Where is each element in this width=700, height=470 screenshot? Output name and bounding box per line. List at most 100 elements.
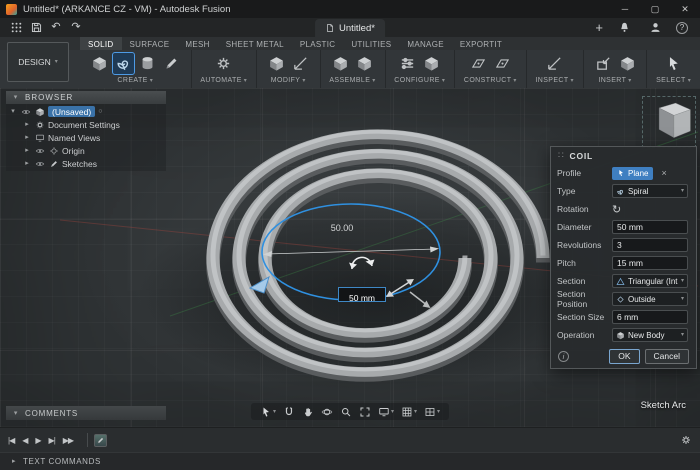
browser-row-origin[interactable]: ▸ Origin xyxy=(6,144,166,157)
workspace-selector[interactable]: DESIGN ▾ xyxy=(7,42,69,82)
grid-settings[interactable]: ▾ xyxy=(401,406,417,418)
configure-menu[interactable]: CONFIGURE ▾ xyxy=(394,77,445,84)
timeline-go-start-button[interactable]: |◀ xyxy=(8,436,15,445)
inspect-menu[interactable]: INSPECT ▾ xyxy=(535,77,574,84)
zoom-tool[interactable] xyxy=(340,406,352,418)
insert-derive-icon[interactable] xyxy=(617,53,638,74)
measure-icon[interactable] xyxy=(544,53,565,74)
fillet-icon[interactable] xyxy=(290,53,311,74)
select-menu[interactable]: SELECT ▾ xyxy=(656,77,691,84)
timeline-step-forward-button[interactable]: ▶| xyxy=(49,436,56,445)
joint-icon[interactable] xyxy=(330,53,351,74)
automate-icon[interactable] xyxy=(213,53,234,74)
pitch-input[interactable] xyxy=(612,256,688,270)
maximize-button[interactable]: ▢ xyxy=(640,0,670,18)
visibility-eye-icon[interactable] xyxy=(20,106,31,117)
expand-chevron-icon[interactable]: ▸ xyxy=(23,134,31,141)
app-menu-icon[interactable] xyxy=(6,20,26,36)
orbit-tool[interactable] xyxy=(321,406,333,418)
timeline-go-end-button[interactable]: ▶▶ xyxy=(63,436,74,445)
select-tool-icon[interactable] xyxy=(663,53,684,74)
collapse-chevron-icon[interactable]: ▾ xyxy=(12,94,20,101)
tab-sheet-metal[interactable]: SHEET METAL xyxy=(218,37,292,50)
display-settings[interactable]: ▾ xyxy=(378,406,394,418)
help-icon[interactable]: ? xyxy=(676,21,688,34)
press-pull-icon[interactable] xyxy=(266,53,287,74)
clear-selection-icon[interactable]: × xyxy=(661,168,666,178)
operation-dropdown[interactable]: New Body ▾ xyxy=(612,328,688,342)
revolutions-input[interactable] xyxy=(612,238,688,252)
browser-row-sketches[interactable]: ▸ Sketches xyxy=(6,157,166,170)
new-document-icon[interactable]: + xyxy=(595,21,603,34)
collapse-chevron-icon[interactable]: ▾ xyxy=(12,410,20,417)
viewports-settings[interactable]: ▾ xyxy=(424,406,440,418)
tab-utilities[interactable]: UTILITIES xyxy=(343,37,399,50)
tab-manage[interactable]: MANAGE xyxy=(399,37,451,50)
browser-row-named-views[interactable]: ▸ Named Views xyxy=(6,131,166,144)
minimize-button[interactable]: ─ xyxy=(610,0,640,18)
snap-tool[interactable] xyxy=(283,406,295,418)
tab-solid[interactable]: SOLID xyxy=(80,37,122,50)
pan-tool[interactable] xyxy=(302,406,314,418)
timeline-step-back-button[interactable]: ◀ xyxy=(22,436,28,445)
tab-mesh[interactable]: MESH xyxy=(177,37,217,50)
coil-dialog-header[interactable]: ∷ COIL xyxy=(551,147,696,164)
visibility-eye-icon[interactable] xyxy=(34,158,45,169)
browser-header[interactable]: ▾ BROWSER xyxy=(6,91,166,104)
insert-mesh-icon[interactable] xyxy=(593,53,614,74)
redo-icon[interactable]: ↷ xyxy=(66,20,86,36)
section-position-dropdown[interactable]: Outside ▾ xyxy=(612,292,688,306)
axis-icon[interactable] xyxy=(492,53,513,74)
document-tab[interactable]: Untitled* xyxy=(315,19,385,37)
save-icon[interactable] xyxy=(26,20,46,36)
timeline-settings-gear-icon[interactable] xyxy=(680,434,692,446)
expand-chevron-icon[interactable]: ▸ xyxy=(23,121,31,128)
tab-plastic[interactable]: PLASTIC xyxy=(292,37,343,50)
text-commands-bar[interactable]: ▸ TEXT COMMANDS xyxy=(0,452,700,470)
view-cube[interactable] xyxy=(642,96,696,148)
user-avatar-icon[interactable] xyxy=(645,20,665,36)
selection-tools[interactable]: ▾ xyxy=(260,406,276,418)
browser-row-document-settings[interactable]: ▸ Document Settings xyxy=(6,118,166,131)
tab-surface[interactable]: SURFACE xyxy=(122,37,178,50)
dimension-input[interactable] xyxy=(339,291,385,305)
configure-icon[interactable] xyxy=(397,53,418,74)
create-sketch-icon[interactable] xyxy=(161,53,182,74)
section-size-input[interactable] xyxy=(612,310,688,324)
close-button[interactable]: ✕ xyxy=(670,0,700,18)
expand-chevron-icon[interactable]: ▸ xyxy=(23,160,31,167)
coil-tool-icon[interactable] xyxy=(111,52,135,75)
expand-chevron-icon[interactable]: ▸ xyxy=(10,458,18,465)
automate-menu[interactable]: AUTOMATE ▾ xyxy=(200,77,247,84)
new-component-icon[interactable] xyxy=(89,53,110,74)
construction-plane-icon[interactable] xyxy=(468,53,489,74)
timeline-play-button[interactable]: ▶ xyxy=(35,436,41,445)
ok-button[interactable]: OK xyxy=(609,348,640,364)
section-dropdown[interactable]: Triangular (Int... ▾ xyxy=(612,274,688,288)
timeline-feature-sketch[interactable] xyxy=(94,433,108,447)
expand-chevron-icon[interactable]: ▾ xyxy=(9,108,17,115)
configuration-table-icon[interactable] xyxy=(421,53,442,74)
viewport[interactable]: 50.00 ▾ BROWSER ▾ (Unsaved) ○ ▸ Document… xyxy=(0,88,700,427)
root-document-label[interactable]: (Unsaved) xyxy=(48,106,96,117)
browser-row-root[interactable]: ▾ (Unsaved) ○ xyxy=(6,105,166,118)
assemble-menu[interactable]: ASSEMBLE ▾ xyxy=(329,77,375,84)
visibility-eye-icon[interactable] xyxy=(34,145,45,156)
diameter-input[interactable] xyxy=(612,220,688,234)
tab-exportit[interactable]: EXPORTIT xyxy=(452,37,510,50)
drag-grip-icon[interactable]: ∷ xyxy=(558,150,565,161)
modify-menu[interactable]: MODIFY ▾ xyxy=(271,77,306,84)
construct-menu[interactable]: CONSTRUCT ▾ xyxy=(464,77,517,84)
insert-menu[interactable]: INSERT ▾ xyxy=(598,77,631,84)
undo-icon[interactable]: ↶ xyxy=(46,20,66,36)
expand-chevron-icon[interactable]: ▸ xyxy=(23,147,31,154)
type-dropdown[interactable]: Spiral ▾ xyxy=(612,184,688,198)
fit-view[interactable] xyxy=(359,406,371,418)
profile-selection-chip[interactable]: Plane xyxy=(612,166,654,180)
notifications-bell-icon[interactable] xyxy=(614,20,634,36)
info-icon[interactable]: i xyxy=(558,350,569,362)
cancel-button[interactable]: Cancel xyxy=(644,348,689,364)
assemble-icon[interactable] xyxy=(354,53,375,74)
create-menu[interactable]: CREATE ▾ xyxy=(117,77,153,84)
extrude-icon[interactable] xyxy=(137,53,158,74)
